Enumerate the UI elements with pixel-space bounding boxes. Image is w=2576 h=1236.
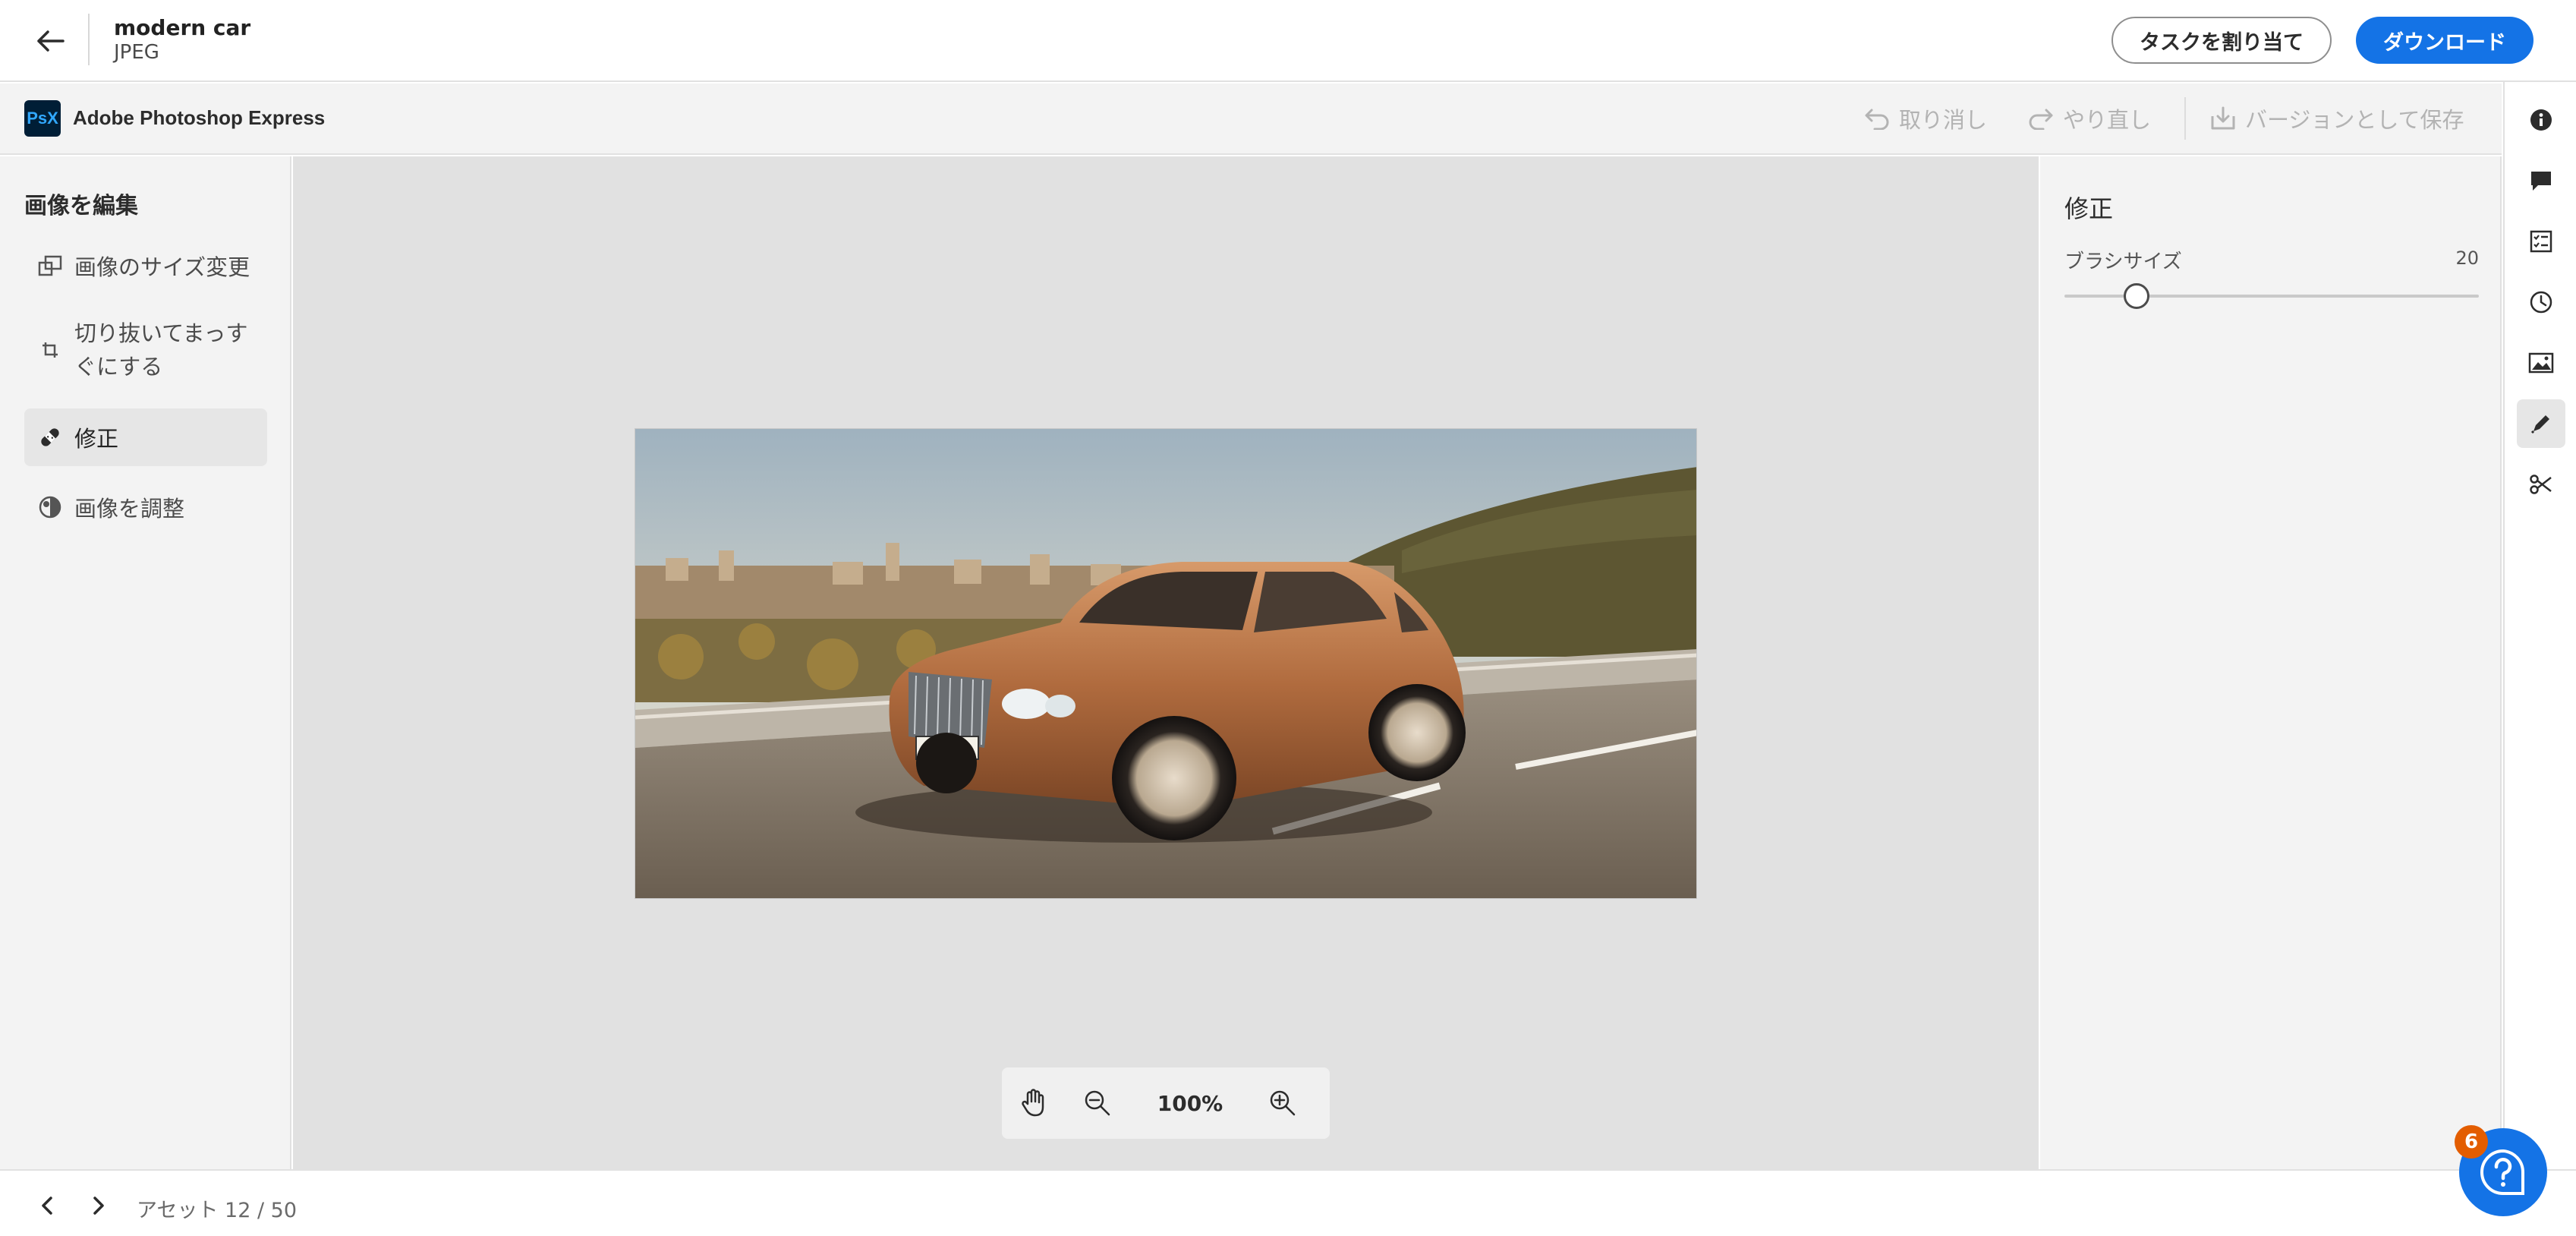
rail-tasks-button[interactable] bbox=[2517, 217, 2565, 266]
asset-title: modern car bbox=[114, 15, 251, 40]
asset-file-type: JPEG bbox=[114, 41, 159, 64]
rail-info-button[interactable] bbox=[2517, 96, 2565, 144]
adjust-icon bbox=[36, 495, 64, 519]
notification-badge: 6 bbox=[2455, 1125, 2488, 1159]
help-icon bbox=[2480, 1149, 2525, 1195]
redo-icon bbox=[2029, 109, 2053, 130]
rail-cut-button[interactable] bbox=[2517, 460, 2565, 509]
resize-icon bbox=[36, 255, 64, 276]
info-icon bbox=[2530, 109, 2552, 131]
zoom-in-icon bbox=[1270, 1090, 1296, 1116]
properties-panel bbox=[2040, 156, 2502, 1169]
brush-size-value: 20 bbox=[2455, 248, 2479, 269]
properties-title: 修正 bbox=[2064, 194, 2114, 223]
tool-resize-image[interactable]: 画像のサイズ変更 bbox=[24, 246, 267, 285]
back-button[interactable] bbox=[30, 21, 70, 61]
save-version-icon bbox=[2211, 106, 2235, 130]
hand-icon bbox=[1022, 1089, 1044, 1117]
arrow-left-icon bbox=[37, 30, 65, 52]
tool-healing-label: 修正 bbox=[74, 426, 119, 452]
zoom-toolbar: 100% bbox=[1002, 1067, 1330, 1139]
download-button[interactable]: ダウンロード bbox=[2356, 17, 2533, 64]
save-as-version-button[interactable]: バージョンとして保存 bbox=[2210, 102, 2464, 135]
undo-icon bbox=[1865, 109, 1889, 130]
zoom-out-button[interactable] bbox=[1066, 1067, 1129, 1139]
cut-icon bbox=[2530, 475, 2552, 494]
tool-adjust-image-label: 画像を調整 bbox=[74, 496, 185, 522]
rail-edit-button[interactable] bbox=[2517, 399, 2565, 448]
app-name: Adobe Photoshop Express bbox=[73, 106, 326, 129]
previous-asset-button[interactable] bbox=[30, 1189, 64, 1222]
pan-tool-button[interactable] bbox=[1002, 1067, 1066, 1139]
save-as-version-label: バージョンとして保存 bbox=[2245, 107, 2464, 133]
redo-label: やり直し bbox=[2063, 107, 2152, 133]
rail-image-button[interactable] bbox=[2517, 339, 2565, 387]
undo-button[interactable]: 取り消し bbox=[1864, 102, 1987, 135]
toolbar-divider bbox=[2184, 97, 2186, 140]
photoshop-express-logo: PsX bbox=[24, 100, 61, 137]
tool-resize-image-label: 画像のサイズ変更 bbox=[74, 254, 250, 280]
zoom-level[interactable]: 100% bbox=[1129, 1091, 1251, 1116]
brush-size-label: ブラシサイズ bbox=[2064, 251, 2182, 273]
zoom-out-icon bbox=[1085, 1090, 1110, 1116]
brush-size-slider-handle[interactable] bbox=[2124, 283, 2149, 309]
tasks-icon bbox=[2530, 230, 2552, 253]
edit-brush-icon bbox=[2530, 415, 2549, 434]
asset-counter: アセット 12 / 50 bbox=[137, 1199, 298, 1222]
rail-comments-button[interactable] bbox=[2517, 156, 2565, 205]
tool-crop-straighten-label: 切り抜いてまっすぐにする bbox=[74, 320, 248, 380]
comment-icon bbox=[2531, 172, 2551, 191]
tool-healing[interactable]: 修正 bbox=[24, 408, 267, 466]
tool-adjust-image[interactable]: 画像を調整 bbox=[24, 487, 267, 527]
history-icon bbox=[2530, 291, 2552, 314]
undo-label: 取り消し bbox=[1899, 107, 1988, 133]
chevron-left-icon bbox=[42, 1197, 52, 1215]
redo-button[interactable]: やり直し bbox=[2028, 102, 2151, 135]
edit-tools-panel bbox=[0, 156, 291, 1169]
zoom-in-button[interactable] bbox=[1251, 1067, 1315, 1139]
header-divider bbox=[88, 14, 90, 65]
healing-brush-icon bbox=[36, 424, 64, 450]
car-photo[interactable] bbox=[635, 428, 1697, 899]
rail-history-button[interactable] bbox=[2517, 278, 2565, 326]
chevron-right-icon bbox=[93, 1197, 104, 1215]
assign-task-button[interactable]: タスクを割り当て bbox=[2112, 17, 2332, 64]
bottom-bar bbox=[0, 1169, 2576, 1236]
edit-image-heading: 画像を編集 bbox=[24, 193, 138, 219]
next-asset-button[interactable] bbox=[82, 1189, 115, 1222]
crop-icon bbox=[36, 341, 64, 359]
image-icon bbox=[2528, 352, 2554, 374]
tool-crop-straighten[interactable]: 切り抜いてまっすぐにする bbox=[24, 314, 267, 386]
